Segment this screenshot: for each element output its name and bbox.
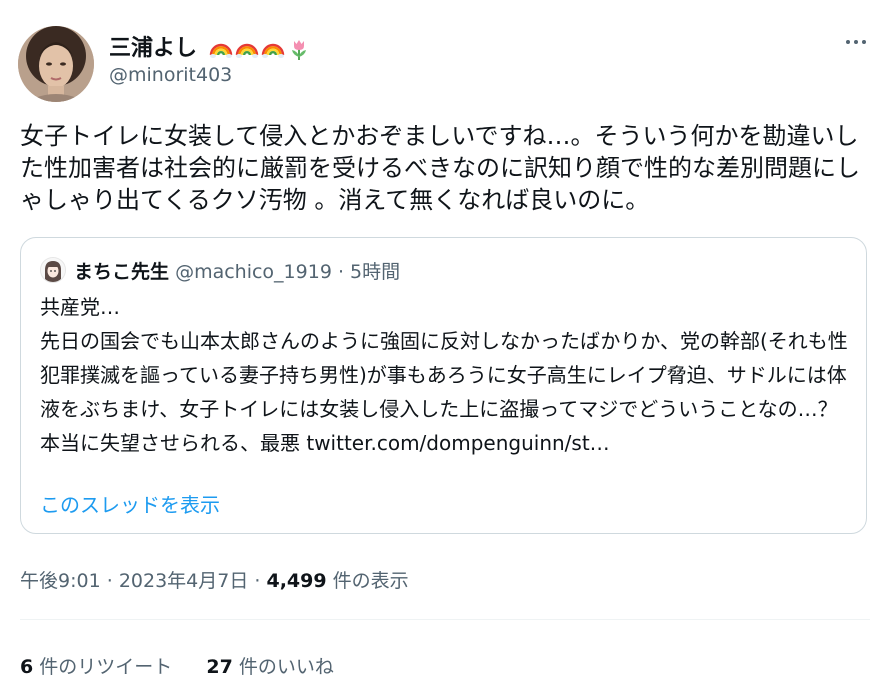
tweet-time[interactable]: 午後9:01 [20,570,101,592]
retweets-label: 件のリツイート [39,656,173,678]
tulip-icon [291,40,306,60]
quoted-tweet-card[interactable]: まちこ先生 @machico_1919 · 5時間 共産党… 先日の国会でも山本… [20,237,867,534]
name-emojis [209,37,311,61]
tweet-meta: 午後9:01 · 2023年4月7日 · 4,499 件の表示 [20,566,409,593]
views-label: 件の表示 [332,570,409,592]
more-dot [846,40,850,44]
views-count: 4,499 [266,570,327,592]
more-options-icon[interactable] [846,36,870,48]
quote-separator: · [337,261,344,283]
quote-text: 共産党… 先日の国会でも山本太郎さんのように強固に反対しなかったばかりか、党の幹… [40,295,848,455]
retweets-stat[interactable]: 6 件のリツイート [20,656,178,678]
divider [20,619,870,620]
retweets-count: 6 [20,656,34,678]
quote-author-avatar[interactable] [40,257,66,283]
likes-stat[interactable]: 27 件のいいね [206,656,334,678]
author-name-row[interactable]: 三浦よし [109,30,311,62]
rainbow-icon [261,43,284,58]
more-dot [862,40,866,44]
author-handle[interactable]: @minorit403 [109,64,232,86]
quote-header: まちこ先生 @machico_1919 · 5時間 [74,257,400,284]
quote-handle[interactable]: @machico_1919 [175,261,332,283]
rainbow-icon [235,43,258,58]
quote-display-name[interactable]: まちこ先生 [74,261,169,283]
tweet-date[interactable]: 2023年4月7日 [119,570,249,592]
likes-label: 件のいいね [238,656,334,678]
meta-separator: · [106,570,113,592]
rainbow-icon [209,43,232,58]
tweet-stats: 6 件のリツイート 27 件のいいね [20,652,362,679]
author-display-name[interactable]: 三浦よし [109,36,197,61]
tweet-text: 女子トイレに女装して侵入とかおぞましいですね…。そういう何かを勘違いした性加害者… [20,122,860,214]
meta-separator: · [254,570,261,592]
author-avatar[interactable] [18,26,94,102]
likes-count: 27 [206,656,233,678]
show-thread-link[interactable]: このスレッドを表示 [40,489,220,518]
more-dot [854,40,858,44]
quote-timestamp[interactable]: 5時間 [350,261,400,283]
